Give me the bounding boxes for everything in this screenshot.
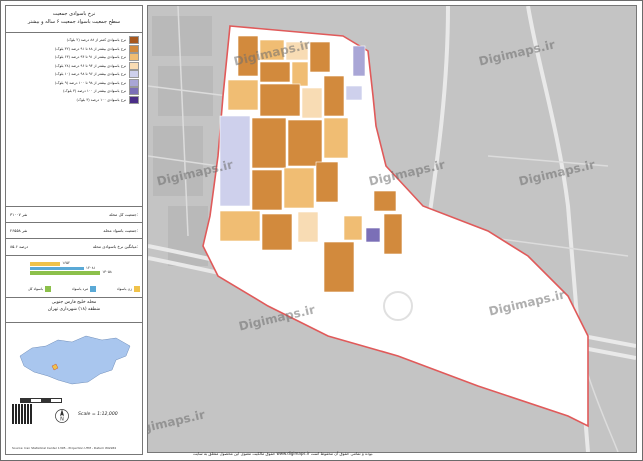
stat-label: جمعیت باسواد محله: — [103, 228, 138, 233]
legend-label: نرخ باسوادی بیشتر از ۱۰۰ درصد (۳ بلوک) — [63, 89, 126, 94]
legend-label: نرخ باسوادی ۱۰۰ درصد (۳ بلوک) — [76, 97, 126, 102]
map-canvas[interactable]: Digimaps.ir Digimaps.ir Digimaps.ir Digi… — [147, 5, 637, 453]
map-title: نرخ باسوادی جمعیت — [52, 11, 96, 17]
stat-literate: ۲۶۵۵۸ نفر جمعیت باسواد محله: — [10, 228, 138, 233]
legend-swatch — [129, 61, 139, 70]
bar-legend-label: زن باسواد — [116, 287, 132, 291]
bar-legend: باسواد کل مرد باسواد زن باسواد — [28, 286, 140, 292]
legend-label: نرخ باسوادی بیشتر از ۹۱ تا ۹۴ درصد (۶۳ ب… — [54, 55, 126, 60]
legend-swatch — [129, 44, 139, 53]
legend-label: نرخ باسوادی بیشتر از ۸۸ تا ۹۱ درصد (۳۲ ب… — [54, 46, 126, 51]
neighborhood-name: محله خلیج فارس جنوبی — [51, 300, 97, 305]
district-name: منطقه (۱۸) شهرداری تهران — [47, 307, 101, 312]
stat-value: ۳۱۰۰۷ نفر — [10, 212, 28, 217]
bar-men: ۱۲۰۸۱ — [30, 266, 96, 270]
legend-label: نرخ باسوادی بیشتر از ۹۸ تا ۱۰۰ درصد (۹ ب… — [54, 80, 126, 85]
divider — [6, 206, 142, 207]
bar-label: ۱۲۰۸۱ — [86, 265, 96, 270]
legend-item: نرخ باسوادی بیشتر از ۱۰۰ درصد (۳ بلوک) — [9, 87, 139, 96]
stat-label: جمعیت کل محله: — [109, 212, 138, 217]
divider — [6, 255, 142, 256]
bar-legend-swatch — [90, 286, 97, 292]
scale-bar — [20, 398, 62, 403]
divider — [6, 238, 142, 239]
qr-code — [12, 404, 32, 424]
legend-swatch — [129, 53, 139, 62]
divider — [6, 222, 142, 223]
legend-list: نرخ باسوادی کمتر از ۸۸ درصد (۲ بلوک) نرخ… — [9, 36, 139, 104]
bar-women: ۱۶۵۲ — [30, 261, 70, 266]
bar-legend-item: زن باسواد — [117, 286, 140, 292]
bar-legend-swatch — [45, 286, 52, 292]
svg-text:N: N — [60, 417, 64, 423]
bar-legend-swatch — [133, 286, 140, 292]
legend-item: نرخ باسوادی بیشتر از ۹۱ تا ۹۴ درصد (۶۳ ب… — [9, 53, 139, 62]
bar-legend-label: مرد باسواد — [71, 287, 89, 291]
legend-item: نرخ باسوادی بیشتر از ۹۸ تا ۱۰۰ درصد (۹ ب… — [9, 78, 139, 88]
scale-text: Scale = 1:12,000 — [78, 412, 118, 417]
stat-value: ۲۶۵۵۸ نفر — [10, 228, 28, 233]
divider — [6, 297, 142, 298]
copyright-credit: حقوق مالکیت معنوی این محصول متعلق به سای… — [193, 451, 374, 456]
legend-label: نرخ باسوادی بیشتر از ۹۴ تا ۹۶ درصد (۲۸ ب… — [54, 63, 126, 68]
bar-legend-item: مرد باسواد — [71, 286, 97, 292]
legend-swatch — [129, 87, 139, 96]
legend-swatch — [129, 95, 139, 104]
map-subtitle: سطح جمعیت باسواد جمعیت ۶ ساله و بیشتر — [27, 19, 121, 25]
legend-swatch — [129, 70, 139, 79]
legend-item: نرخ باسوادی بیشتر از ۹۴ تا ۹۶ درصد (۲۸ ب… — [9, 61, 139, 71]
legend-swatch — [129, 78, 139, 87]
bar-label: ۱۶۵۲ — [62, 261, 70, 265]
bar-total: ۱۳۰۵۸ — [30, 270, 112, 275]
map-svg — [148, 6, 636, 452]
legend-panel: نرخ باسوادی جمعیت سطح جمعیت باسواد جمعیت… — [5, 5, 143, 455]
legend-swatch — [129, 36, 139, 45]
legend-label: نرخ باسوادی کمتر از ۸۸ درصد (۲ بلوک) — [66, 38, 126, 43]
stat-population: ۳۱۰۰۷ نفر جمعیت کل محله: — [10, 212, 138, 217]
legend-item: نرخ باسوادی بیشتر از ۸۸ تا ۹۱ درصد (۳۲ ب… — [9, 44, 139, 54]
bar-label: ۱۳۰۵۸ — [102, 270, 112, 274]
stat-value: ۸۵.۶ درصد — [10, 244, 29, 249]
stat-label: میانگین نرخ باسوادی محله: — [92, 244, 138, 249]
stat-rate: ۸۵.۶ درصد میانگین نرخ باسوادی محله: — [10, 244, 138, 249]
bar-legend-item: باسواد کل — [28, 286, 52, 292]
legend-item: نرخ باسوادی بیشتر از ۹۶ تا ۹۸ درصد (۱۰ ب… — [9, 70, 139, 79]
legend-item: نرخ باسوادی کمتر از ۸۸ درصد (۲ بلوک) — [9, 36, 139, 45]
tehran-inset-map — [19, 335, 131, 385]
legend-item: نرخ باسوادی ۱۰۰ درصد (۳ بلوک) — [9, 95, 139, 105]
region-title: محله خلیج فارس جنوبی منطقه (۱۸) شهرداری … — [6, 299, 142, 313]
legend-label: نرخ باسوادی بیشتر از ۹۶ تا ۹۸ درصد (۱۰ ب… — [54, 72, 126, 77]
literacy-bars: ۱۶۵۲ ۱۲۰۸۱ ۱۳۰۵۸ — [30, 261, 138, 276]
source-note: Source: Iran Statistical Center 1395 - P… — [12, 446, 117, 450]
tehran-shape — [19, 335, 131, 385]
divider — [6, 322, 142, 323]
title-box: نرخ باسوادی جمعیت سطح جمعیت باسواد جمعیت… — [6, 6, 142, 33]
bar-legend-label: باسواد کل — [28, 287, 44, 291]
north-arrow-icon: N — [55, 409, 69, 423]
